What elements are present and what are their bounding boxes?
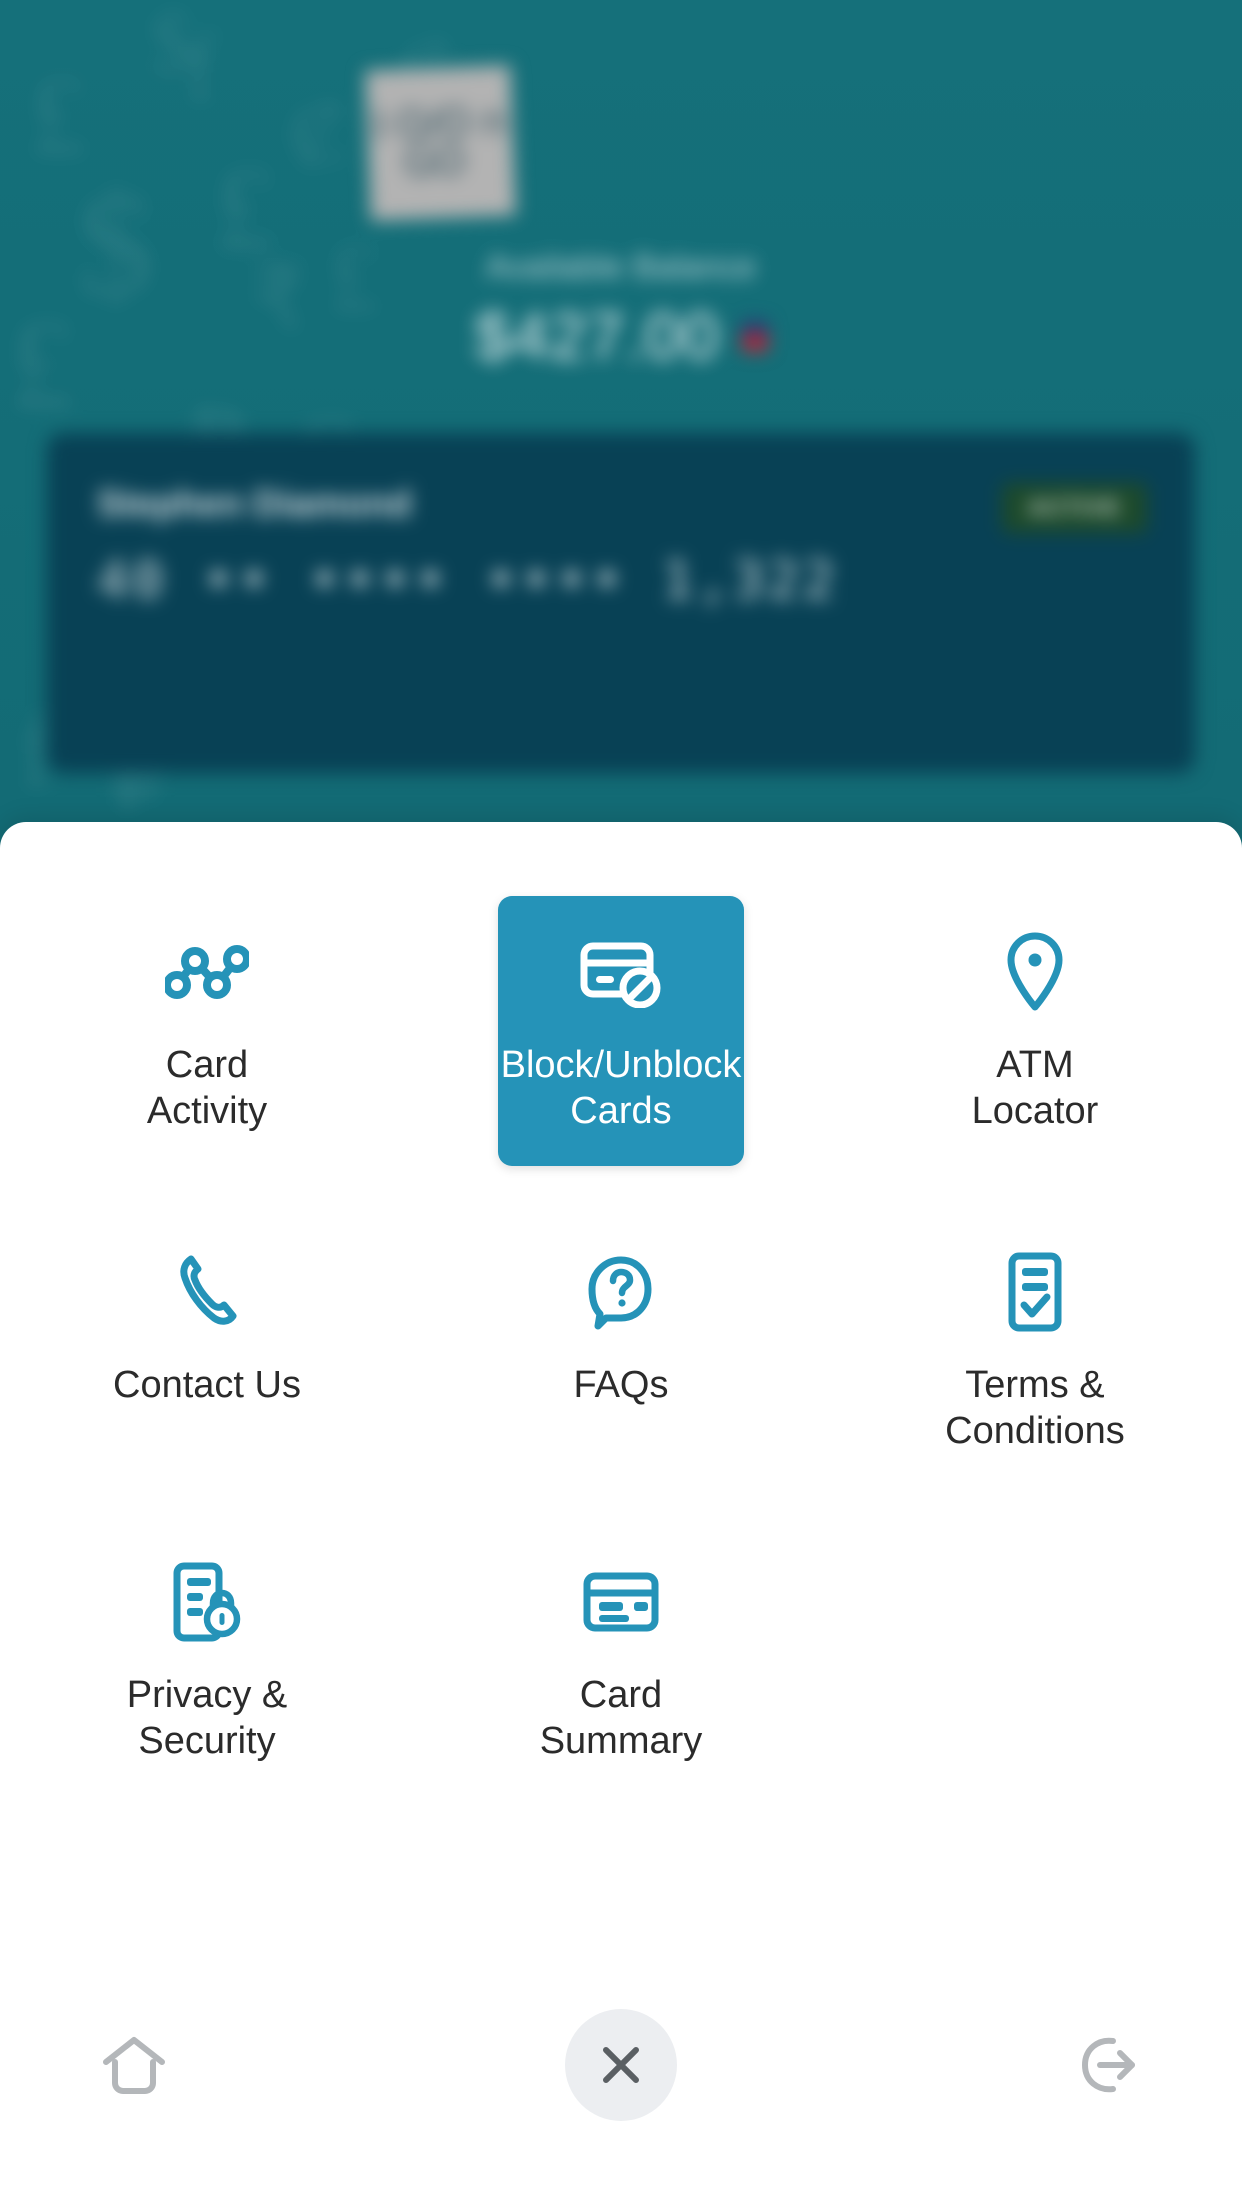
card-summary-icon [581,1554,661,1650]
menu-cell-terms-conditions[interactable]: Terms & Conditions [828,1188,1242,1478]
currency-glyph: $ [150,0,194,92]
menu-label: Card Activity [146,1043,268,1132]
menu-row: Privacy & Security Card Summary [0,1498,1242,1762]
menu-cell-atm-locator[interactable]: ATM Locator [828,900,1242,1162]
currency-glyph: ₡ [290,85,348,181]
balance-amount: $427.00 [474,299,720,373]
question-bubble-icon [586,1244,656,1340]
brand-logo-plaque: I O/O n GO [365,65,516,221]
block-unblock-card-icon [578,924,664,1020]
menu-label: Block/Unblock Cards [500,1043,742,1132]
menu-cell-card-summary[interactable]: Card Summary [414,1498,828,1762]
home-icon [103,2037,165,2094]
document-lock-icon [171,1554,243,1650]
menu-label: ATM Locator [971,1043,1099,1132]
document-check-icon [1006,1244,1064,1340]
us-flag-icon [741,321,768,351]
phone-icon [174,1244,240,1340]
menu-grid: Card Activity Block/Unblock Cards ATM Lo… [0,895,1242,1762]
menu-label: Terms & Conditions [945,1364,1125,1453]
menu-cell-contact-us[interactable]: Contact Us [0,1188,414,1478]
menu-cell-privacy-security[interactable]: Privacy & Security [0,1498,414,1762]
menu-tile-block-unblock-cards[interactable]: Block/Unblock Cards [497,895,744,1167]
menu-tile-faqs[interactable]: FAQs [555,1216,686,1440]
close-sheet-button[interactable] [565,2009,677,2121]
menu-label: Contact Us [113,1364,301,1406]
card-status-badge: ACTIVE [1002,483,1147,533]
menu-label: Privacy & Security [126,1674,288,1763]
card-holder-name: Stephen Diamond [97,483,412,524]
menu-tile-terms-conditions[interactable]: Terms & Conditions [927,1216,1143,1487]
menu-cell-empty [828,1498,1242,1748]
currency-glyph: £ [30,54,86,178]
close-x-icon [603,2047,639,2083]
menu-cell-card-activity[interactable]: Card Activity [0,900,414,1162]
menu-tile-privacy-security[interactable]: Privacy & Security [109,1526,305,1797]
available-balance-label: Available Balance [485,248,757,285]
menu-bottom-sheet: Card Activity Block/Unblock Cards ATM Lo… [0,822,1242,2208]
bottom-action-bar [0,1958,1242,2208]
menu-tile-card-summary[interactable]: Card Summary [522,1526,721,1797]
menu-row: Contact Us FAQs Terms & Conditions [0,1188,1242,1478]
menu-label: FAQs [573,1364,669,1406]
menu-tile-atm-locator[interactable]: ATM Locator [954,896,1117,1167]
card-activity-icon [164,924,249,1020]
menu-cell-faqs[interactable]: FAQs [414,1188,828,1478]
brand-logo-text: I O/O n GO [373,98,508,186]
logout-button[interactable] [1072,2029,1144,2101]
menu-label: Card Summary [539,1674,703,1763]
home-button[interactable] [98,2029,170,2101]
menu-row: Card Activity Block/Unblock Cards ATM Lo… [0,895,1242,1167]
card-panel: Stephen Diamond ACTIVE 40 •• •••• •••• 1… [47,433,1195,773]
menu-tile-card-activity[interactable]: Card Activity [129,896,285,1167]
map-pin-icon [1004,924,1066,1020]
menu-cell-block-unblock-cards[interactable]: Block/Unblock Cards [414,895,828,1167]
balance-amount-row: $427.00 [0,298,1242,374]
menu-tile-contact-us[interactable]: Contact Us [95,1216,319,1440]
logout-icon [1081,2037,1135,2093]
card-masked-number: 40 •• •••• •••• 1,322 [97,551,839,611]
